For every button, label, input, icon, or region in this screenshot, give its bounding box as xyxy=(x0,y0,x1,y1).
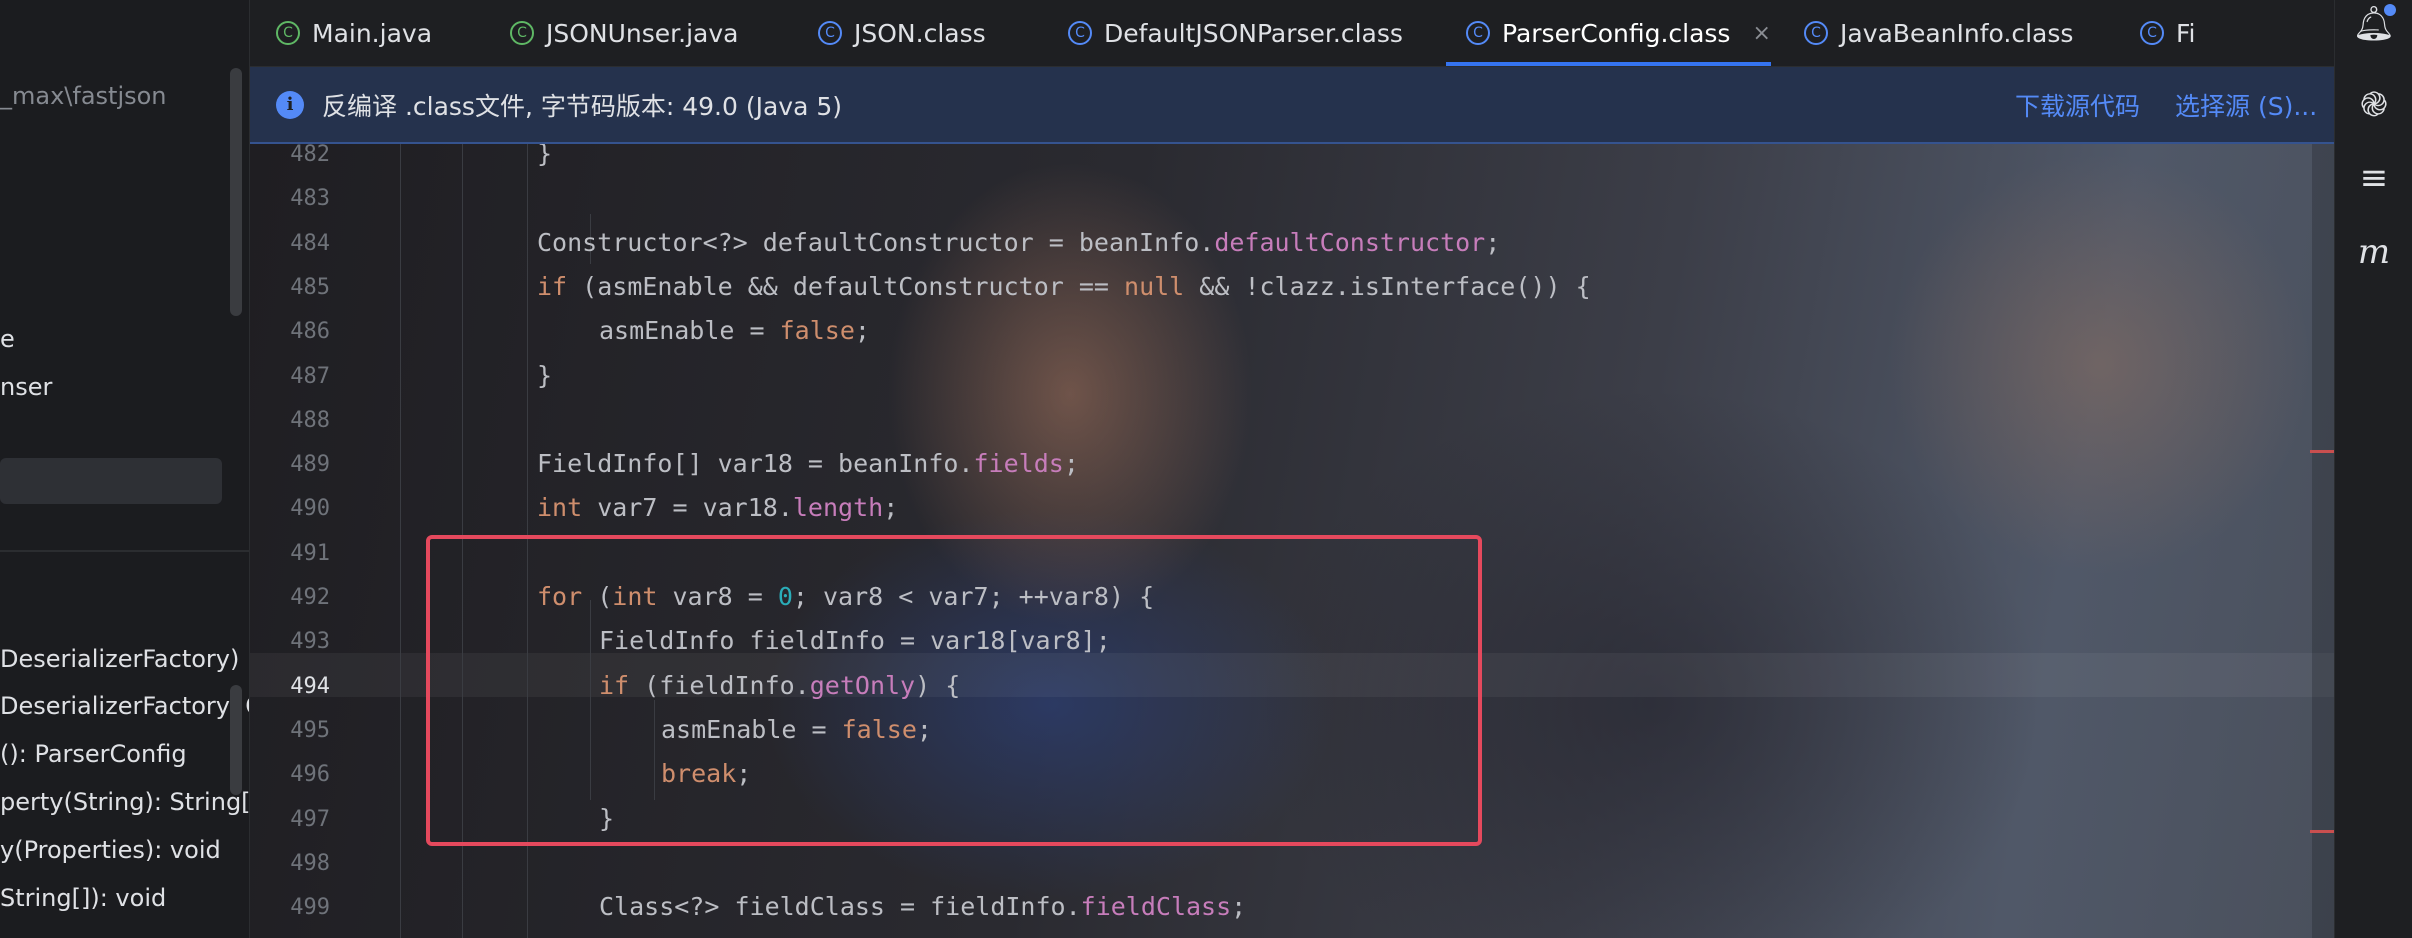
editor-tab-bar: C Main.java C JSONUnser.java C JSON.clas… xyxy=(250,0,2334,67)
class-icon: C xyxy=(1068,21,1092,45)
line-number: 496 xyxy=(290,762,330,788)
tab-label: DefaultJSONParser.class xyxy=(1104,18,1403,48)
indent-guide xyxy=(400,144,401,938)
banner-message: 反编译 .class文件, 字节码版本: 49.0 (Java 5) xyxy=(322,91,842,121)
code-line[interactable]: Constructor<?> defaultConstructor = bean… xyxy=(537,228,1500,272)
structure-item[interactable]: DeserializerFactory, Cl xyxy=(0,692,249,720)
structure-item[interactable]: perty(String): String[] xyxy=(0,788,249,816)
notification-badge xyxy=(2384,4,2396,16)
code-line[interactable]: } xyxy=(537,144,552,183)
line-number: 484 xyxy=(290,230,330,256)
code-line[interactable]: if (asmEnable && defaultConstructor == n… xyxy=(537,272,1591,316)
structure-item[interactable]: String[]): void xyxy=(0,884,166,912)
database-icon[interactable]: ≡ xyxy=(2335,158,2412,198)
tab-label: Main.java xyxy=(312,18,433,48)
line-number: 497 xyxy=(290,806,330,832)
line-number: 493 xyxy=(290,629,330,655)
notifications-icon[interactable]: 🔔︎ xyxy=(2335,4,2412,44)
line-number: 488 xyxy=(290,407,330,433)
line-number: 498 xyxy=(290,850,330,876)
choose-sources-link[interactable]: 选择源 (S)... xyxy=(2175,87,2317,123)
line-number: 491 xyxy=(290,540,330,566)
line-number: 483 xyxy=(290,186,330,212)
code-editor[interactable]: 482 483 484 485 486 487 488 489 490 491 492 493 494 4… xyxy=(250,144,2334,938)
maven-icon[interactable]: m xyxy=(2335,232,2412,272)
tab-label: JSONUnser.java xyxy=(546,18,739,48)
line-number: 499 xyxy=(290,895,330,921)
structure-item[interactable]: y(Properties): void xyxy=(0,836,221,864)
line-number: 485 xyxy=(290,274,330,300)
close-icon[interactable]: × xyxy=(1752,21,1770,46)
project-scrollbar[interactable] xyxy=(230,68,242,316)
tab-parserconfig-class[interactable]: C ParserConfig.class × xyxy=(1446,0,1771,66)
tab-label: ParserConfig.class xyxy=(1502,18,1731,48)
project-path[interactable]: _max\fastjson xyxy=(0,82,167,110)
selected-tree-row[interactable] xyxy=(0,458,222,504)
error-marker[interactable] xyxy=(2310,830,2334,833)
info-icon: i xyxy=(276,90,304,119)
code-line[interactable]: Class<?> fieldClass = fieldInfo.fieldCla… xyxy=(599,892,1246,936)
code-line[interactable]: int var7 = var18.length; xyxy=(537,493,898,537)
class-icon: C xyxy=(1804,21,1828,45)
line-number: 482 xyxy=(290,144,330,167)
tree-item[interactable]: nser xyxy=(0,373,52,401)
line-number: 486 xyxy=(290,319,330,345)
code-line[interactable]: } xyxy=(537,361,552,405)
class-icon: C xyxy=(1466,21,1490,45)
decompiled-info-banner: i 反编译 .class文件, 字节码版本: 49.0 (Java 5) 下载源… xyxy=(250,67,2334,144)
class-icon: C xyxy=(2140,21,2164,45)
structure-scrollbar[interactable] xyxy=(230,685,242,795)
line-number: 494 xyxy=(290,673,330,699)
tab-label: JavaBeanInfo.class xyxy=(1840,18,2074,48)
class-icon: C xyxy=(818,21,842,45)
structure-item[interactable]: (): ParserConfig xyxy=(0,740,187,768)
annotation-highlight-box xyxy=(426,535,1482,846)
editor-scrollbar[interactable] xyxy=(2312,144,2334,938)
code-line[interactable]: FieldInfo[] var18 = beanInfo.fields; xyxy=(537,449,1079,493)
ai-assistant-icon[interactable]: ֎ xyxy=(2335,80,2412,126)
tree-item[interactable]: e xyxy=(0,325,15,353)
class-icon: C xyxy=(510,21,534,45)
tab-main-java[interactable]: C Main.java xyxy=(276,0,432,66)
class-icon: C xyxy=(276,21,300,45)
tab-label: JSON.class xyxy=(854,18,986,48)
right-tool-strip: 🔔︎ ֎ ≡ m xyxy=(2334,0,2412,938)
project-panel: _max\fastjson e nser DeserializerFactory… xyxy=(0,0,250,938)
line-number: 490 xyxy=(290,496,330,522)
line-number: 492 xyxy=(290,585,330,610)
line-number: 489 xyxy=(290,452,330,478)
line-number: 495 xyxy=(290,717,330,743)
tab-label: Fi xyxy=(2176,18,2196,48)
error-marker[interactable] xyxy=(2310,450,2334,453)
tab-jsonunser-java[interactable]: C JSONUnser.java xyxy=(510,0,738,66)
tab-defaultjsonparser-class[interactable]: C DefaultJSONParser.class xyxy=(1068,0,1403,66)
panel-divider xyxy=(0,550,249,552)
line-number: 487 xyxy=(290,363,330,389)
download-sources-link[interactable]: 下载源代码 xyxy=(2015,87,2140,123)
tab-truncated[interactable]: C Fi xyxy=(2140,0,2196,66)
structure-item[interactable]: DeserializerFactory) xyxy=(0,645,239,673)
tab-json-class[interactable]: C JSON.class xyxy=(818,0,986,66)
code-line[interactable]: asmEnable = false; xyxy=(599,316,870,360)
tab-javabeaninfo-class[interactable]: C JavaBeanInfo.class xyxy=(1804,0,2073,66)
